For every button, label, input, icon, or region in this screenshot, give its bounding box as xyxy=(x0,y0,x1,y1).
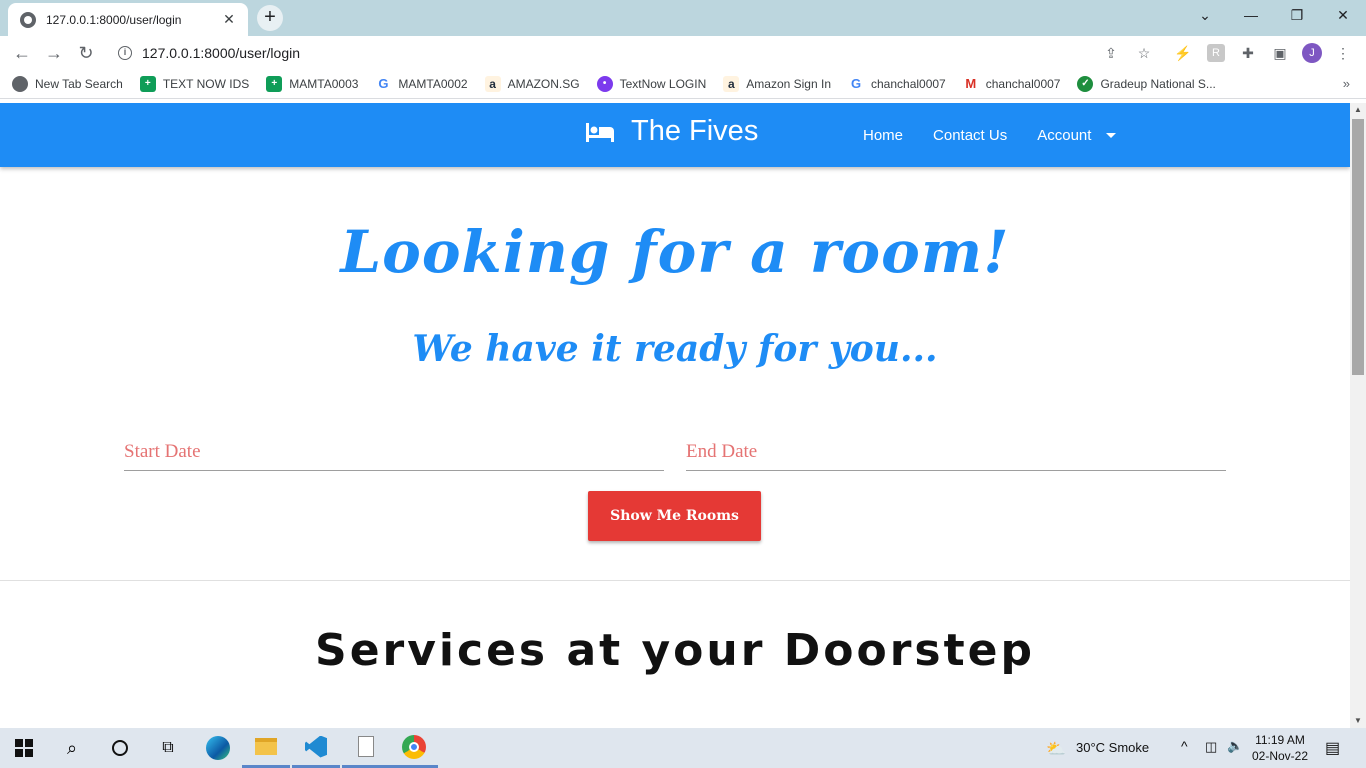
gradeup-icon: ✓ xyxy=(1077,76,1094,92)
bookmarks-bar: New Tab Search + TEXT NOW IDS + MAMTA000… xyxy=(0,70,1366,99)
globe-icon xyxy=(12,76,28,92)
services-title: Services at your Doorstep xyxy=(315,625,1035,676)
nav-contact-us[interactable]: Contact Us xyxy=(933,127,1007,144)
brand-logo[interactable]: The Fives xyxy=(585,115,758,148)
page-viewport: The Fives Home Contact Us Account Lookin… xyxy=(0,103,1350,728)
weather-text[interactable]: 30°C Smoke xyxy=(1076,740,1149,755)
dropdown-caret-icon[interactable] xyxy=(1106,132,1117,138)
cortana-icon[interactable] xyxy=(96,728,144,768)
page-scrollbar[interactable]: ▲ ▼ xyxy=(1350,103,1366,728)
bookmark-label: MAMTA0002 xyxy=(398,77,468,91)
browser-toolbar: ← → ↻ i 127.0.0.1:8000/user/login ⇪ ☆ ⚡ … xyxy=(0,36,1366,70)
restore-button[interactable]: ❐ xyxy=(1277,4,1317,26)
profile-avatar[interactable]: J xyxy=(1302,43,1322,63)
clock-time: 11:19 AM xyxy=(1255,733,1305,747)
site-navbar: The Fives Home Contact Us Account xyxy=(0,103,1350,167)
hero-subtitle: We have it ready for you... xyxy=(412,328,938,370)
gmail-icon: M xyxy=(965,76,977,91)
scroll-thumb[interactable] xyxy=(1352,119,1364,375)
browser-tab[interactable]: 127.0.0.1:8000/user/login ✕ xyxy=(8,3,248,36)
notifications-icon[interactable]: ▤ xyxy=(1325,738,1340,758)
task-view-icon[interactable]: ⧉ xyxy=(144,728,192,768)
nav-links: Home Contact Us Account xyxy=(863,103,1117,167)
end-date-input[interactable] xyxy=(686,433,1226,471)
close-tab-icon[interactable]: ✕ xyxy=(220,11,238,28)
browser-tab-bar: 127.0.0.1:8000/user/login ✕ + ⌄ — ❐ ✕ xyxy=(0,0,1366,36)
bookmark-label: TextNow LOGIN xyxy=(619,77,707,91)
sheets-icon: + xyxy=(139,76,156,92)
hero-title: Looking for a room! xyxy=(340,218,1010,286)
bookmark-label: chanchal0007 xyxy=(985,77,1061,91)
bookmark-item[interactable]: G chanchal0007 xyxy=(848,76,946,92)
extension-bolt-icon[interactable]: ⚡ xyxy=(1174,44,1192,62)
notepad-icon[interactable] xyxy=(342,728,390,768)
brand-name: The Fives xyxy=(631,115,759,147)
weather-icon[interactable]: ⛅ xyxy=(1046,739,1066,759)
google-icon: G xyxy=(378,76,389,91)
new-tab-button[interactable]: + xyxy=(257,5,283,31)
start-date-input[interactable] xyxy=(124,433,664,471)
windows-taskbar: ⌕ ⧉ ⛅ 30°C Smoke ^ ◫ 🔈 11:19 AM 02-Nov-2… xyxy=(0,728,1366,768)
bookmark-item[interactable]: New Tab Search xyxy=(12,76,123,92)
bookmark-label: AMAZON.SG xyxy=(507,77,580,91)
google-icon: G xyxy=(850,76,862,91)
address-bar[interactable]: i 127.0.0.1:8000/user/login xyxy=(110,39,1170,67)
bookmark-item[interactable]: ✓ Gradeup National S... xyxy=(1077,76,1216,92)
bookmark-label: Gradeup National S... xyxy=(1100,77,1216,91)
meet-icon[interactable]: ◫ xyxy=(1205,739,1217,755)
search-icon[interactable]: ⌕ xyxy=(48,728,96,768)
volume-icon[interactable]: 🔈 xyxy=(1227,738,1243,754)
windows-start-icon[interactable] xyxy=(0,728,48,768)
site-info-icon[interactable]: i xyxy=(118,46,132,60)
globe-icon xyxy=(20,11,36,28)
nav-account[interactable]: Account xyxy=(1037,127,1091,144)
bookmark-label: TEXT NOW IDS xyxy=(162,77,250,91)
close-window-button[interactable]: ✕ xyxy=(1323,4,1363,26)
bookmark-item[interactable]: a Amazon Sign In xyxy=(723,76,831,92)
back-icon[interactable]: ← xyxy=(10,41,34,65)
share-icon[interactable]: ⇪ xyxy=(1102,44,1120,62)
tab-search-chevron-icon[interactable]: ⌄ xyxy=(1185,4,1225,26)
chrome-icon[interactable] xyxy=(390,728,438,768)
nav-home[interactable]: Home xyxy=(863,127,903,144)
minimize-button[interactable]: — xyxy=(1231,4,1271,26)
bookmark-label: Amazon Sign In xyxy=(746,77,831,91)
vscode-icon[interactable] xyxy=(292,728,340,768)
scroll-up-icon[interactable]: ▲ xyxy=(1350,103,1366,117)
scroll-down-icon[interactable]: ▼ xyxy=(1350,714,1366,728)
amazon-icon: a xyxy=(484,76,501,92)
bookmark-label: chanchal0007 xyxy=(871,77,946,91)
menu-kebab-icon[interactable]: ⋮ xyxy=(1334,44,1352,62)
bookmark-item[interactable]: + MAMTA0003 xyxy=(266,76,358,92)
file-explorer-icon[interactable] xyxy=(242,728,290,768)
side-panel-icon[interactable]: ▣ xyxy=(1271,44,1289,62)
tab-title: 127.0.0.1:8000/user/login xyxy=(46,12,182,27)
bookmark-star-icon[interactable]: ☆ xyxy=(1135,44,1153,62)
bookmark-item[interactable]: + TEXT NOW IDS xyxy=(139,76,250,92)
edge-icon[interactable] xyxy=(194,728,242,768)
reload-icon[interactable]: ↻ xyxy=(74,41,98,65)
extension-r-icon[interactable]: R xyxy=(1207,44,1225,62)
bookmark-item[interactable]: G MAMTA0002 xyxy=(375,76,467,92)
show-me-rooms-button[interactable]: Show Me Rooms xyxy=(588,491,761,541)
amazon-icon: a xyxy=(723,76,740,92)
taskbar-clock[interactable]: 11:19 AM 02-Nov-22 xyxy=(1248,732,1312,764)
tray-chevron-icon[interactable]: ^ xyxy=(1181,738,1188,754)
clock-date: 02-Nov-22 xyxy=(1251,749,1309,763)
bed-icon xyxy=(586,122,614,142)
bookmark-label: New Tab Search xyxy=(35,77,123,91)
bookmark-item[interactable]: • TextNow LOGIN xyxy=(596,76,707,92)
bookmark-label: MAMTA0003 xyxy=(289,77,359,91)
more-bookmarks-icon[interactable]: » xyxy=(1343,76,1350,91)
section-divider xyxy=(0,580,1350,581)
forward-icon[interactable]: → xyxy=(42,41,66,65)
url-text: 127.0.0.1:8000/user/login xyxy=(142,45,301,61)
bookmark-item[interactable]: M chanchal0007 xyxy=(963,76,1061,92)
textnow-icon: • xyxy=(596,76,613,92)
bookmark-item[interactable]: a AMAZON.SG xyxy=(484,76,580,92)
sheets-icon: + xyxy=(266,76,283,92)
extensions-puzzle-icon[interactable]: ✚ xyxy=(1239,44,1257,62)
